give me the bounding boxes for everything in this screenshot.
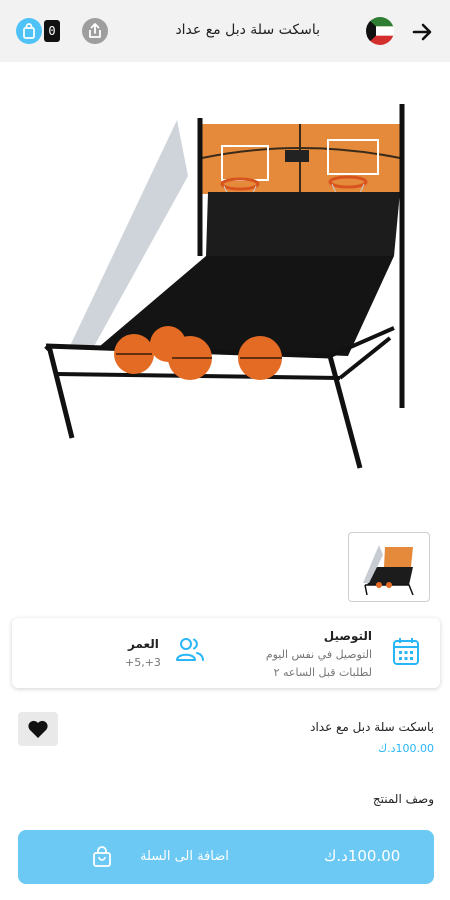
product-thumbnail[interactable] <box>348 532 430 602</box>
product-image[interactable] <box>30 88 430 488</box>
add-to-cart-button[interactable]: 100.00د.ك اضافة الى السلة <box>18 830 434 884</box>
delivery-title: التوصيل <box>323 629 372 643</box>
shopping-bag-icon <box>93 846 111 867</box>
top-app-bar: باسكت سلة دبل مع عداد 0 <box>0 0 450 62</box>
kuwait-flag-icon[interactable] <box>366 17 394 45</box>
calendar-icon <box>393 638 419 665</box>
delivery-same-day-text: التوصيل في نفس اليوم <box>265 648 372 661</box>
product-description-title: وصف المنتج <box>372 792 434 806</box>
people-icon <box>176 638 204 661</box>
thumbnail-image <box>363 545 414 596</box>
delivery-info-card: التوصيل التوصيل في نفس اليوم لطلبات قبل … <box>12 618 440 688</box>
age-value: +5,+3 <box>125 656 161 669</box>
delivery-cutoff-text: لطلبات قبل الساعه ٢ <box>273 666 372 679</box>
product-price: 100.00د.ك <box>378 742 434 755</box>
cart-count-badge: 0 <box>44 20 60 42</box>
heart-icon <box>28 720 48 738</box>
page-title: باسكت سلة دبل مع عداد <box>175 22 320 38</box>
favorite-button[interactable] <box>18 712 58 746</box>
age-title: العمر <box>128 637 159 651</box>
share-icon <box>89 23 101 38</box>
share-button[interactable] <box>82 18 108 44</box>
add-to-cart-price: 100.00د.ك <box>324 847 401 865</box>
arrow-right-icon[interactable] <box>410 20 434 44</box>
cart-button[interactable] <box>16 18 42 44</box>
add-to-cart-label: اضافة الى السلة <box>140 849 229 864</box>
shopping-bag-icon <box>23 23 35 39</box>
product-name: باسكت سلة دبل مع عداد <box>310 720 434 734</box>
